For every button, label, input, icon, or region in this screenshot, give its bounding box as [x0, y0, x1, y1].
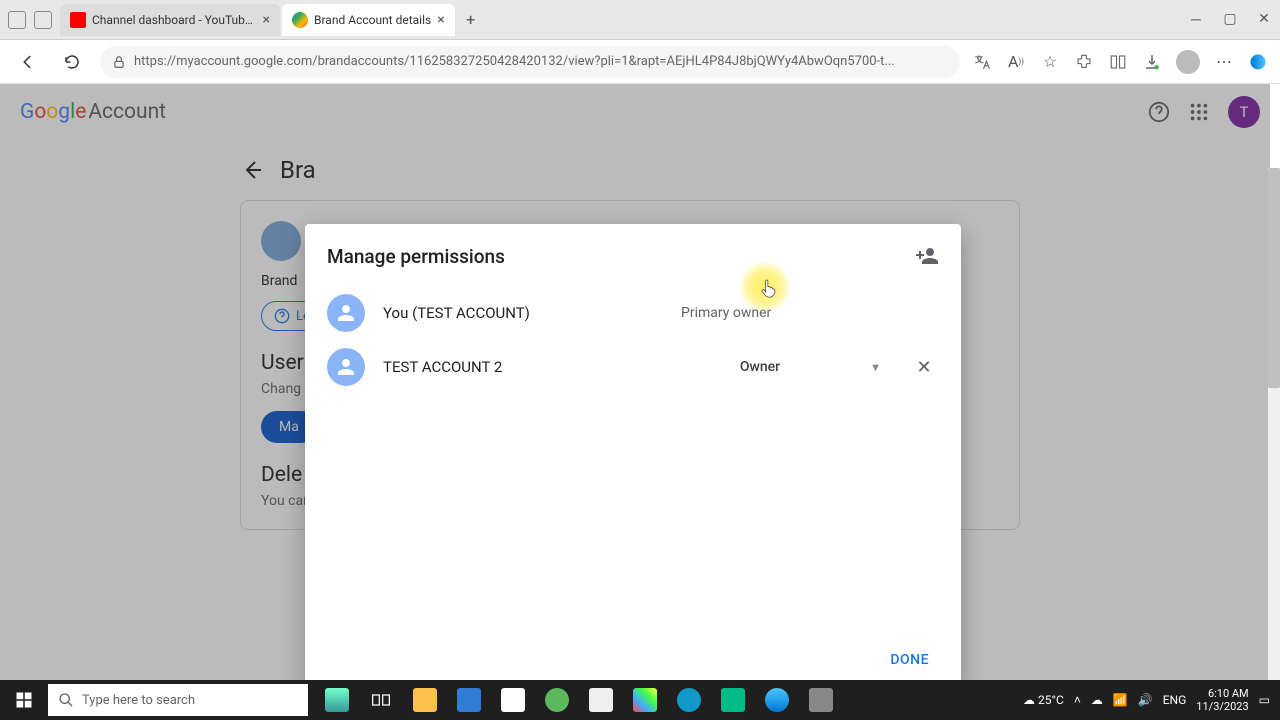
- new-tab-button[interactable]: +: [457, 6, 485, 34]
- address-bar[interactable]: https://myaccount.google.com/brandaccoun…: [100, 46, 960, 78]
- permission-role-label: Owner: [740, 359, 780, 375]
- chevron-down-icon: ▼: [870, 361, 881, 374]
- notifications-icon[interactable]: ▭: [1259, 693, 1270, 707]
- google-favicon-icon: [292, 12, 308, 28]
- person-avatar-icon: [327, 294, 365, 332]
- tabs-overview-icon[interactable]: [34, 11, 52, 29]
- file-explorer-icon[interactable]: [404, 680, 446, 720]
- app-icon[interactable]: [536, 680, 578, 720]
- favorite-icon[interactable]: ☆: [1040, 52, 1060, 72]
- window-maximize-button[interactable]: ▢: [1222, 11, 1238, 28]
- clock[interactable]: 6:10 AM 11/3/2023: [1196, 687, 1248, 713]
- collections-icon[interactable]: [1108, 52, 1128, 72]
- tab-close-icon[interactable]: ×: [437, 12, 444, 28]
- browser-tab-strip: Channel dashboard - YouTube St × Brand A…: [0, 0, 1280, 40]
- task-view-icon[interactable]: [360, 680, 402, 720]
- person-avatar-icon: [327, 348, 365, 386]
- tab-title: Channel dashboard - YouTube St: [92, 13, 257, 27]
- lock-icon: [112, 55, 126, 69]
- copilot-icon[interactable]: [1248, 52, 1268, 72]
- tray-chevron-icon[interactable]: ˄: [1074, 693, 1081, 707]
- weather-widget[interactable]: ☁ 25°C: [1023, 693, 1064, 707]
- permission-user-name: You (TEST ACCOUNT): [383, 304, 663, 322]
- audacity-icon[interactable]: [668, 680, 710, 720]
- window-minimize-button[interactable]: ─: [1188, 11, 1204, 28]
- translate-icon[interactable]: [972, 52, 992, 72]
- app-icon[interactable]: [800, 680, 842, 720]
- page-content: GoogleAccount T Bra Brand Le User Chang …: [0, 84, 1280, 720]
- taskbar-app-icon[interactable]: [316, 680, 358, 720]
- sidebar-toggle-icon[interactable]: [8, 11, 26, 29]
- browser-profile-icon[interactable]: [1176, 50, 1200, 74]
- remove-user-button[interactable]: ✕: [909, 357, 939, 378]
- downloads-icon[interactable]: [1142, 52, 1162, 72]
- search-placeholder: Type here to search: [82, 693, 195, 708]
- window-close-button[interactable]: ✕: [1256, 11, 1272, 28]
- done-button[interactable]: DONE: [880, 644, 939, 676]
- language-indicator[interactable]: ENG: [1163, 693, 1187, 707]
- read-aloud-icon[interactable]: A)): [1006, 52, 1026, 72]
- scrollbar-thumb[interactable]: [1268, 168, 1280, 388]
- tab-title: Brand Account details: [314, 13, 431, 27]
- youtube-favicon-icon: [70, 12, 86, 28]
- volume-icon[interactable]: 🔊: [1138, 693, 1153, 707]
- add-person-icon[interactable]: [915, 244, 939, 268]
- wifi-icon[interactable]: 📶: [1113, 693, 1128, 707]
- mail-icon[interactable]: [492, 680, 534, 720]
- windows-taskbar: Type here to search ☁ 25°C ˄ ☁ 📶 🔊 ENG 6…: [0, 680, 1280, 720]
- refresh-button[interactable]: [56, 46, 88, 78]
- photos-icon[interactable]: [624, 680, 666, 720]
- vertical-scrollbar[interactable]: [1268, 168, 1280, 680]
- onedrive-icon[interactable]: ☁: [1091, 693, 1103, 707]
- browser-tab-google-account[interactable]: Brand Account details ×: [282, 4, 455, 36]
- permission-role-label: Primary owner: [681, 305, 771, 321]
- browser-nav-bar: https://myaccount.google.com/brandaccoun…: [0, 40, 1280, 84]
- start-button[interactable]: [2, 680, 46, 720]
- paint-icon[interactable]: [580, 680, 622, 720]
- more-menu-icon[interactable]: ⋯: [1214, 52, 1234, 72]
- role-dropdown[interactable]: Owner ▼: [740, 359, 881, 375]
- back-button[interactable]: [12, 46, 44, 78]
- extensions-icon[interactable]: [1074, 52, 1094, 72]
- taskbar-search[interactable]: Type here to search: [48, 684, 308, 716]
- edge-icon[interactable]: [756, 680, 798, 720]
- permission-user-name: TEST ACCOUNT 2: [383, 358, 663, 376]
- store-icon[interactable]: [448, 680, 490, 720]
- modal-title: Manage permissions: [327, 245, 505, 268]
- permission-row: You (TEST ACCOUNT) Primary owner: [327, 286, 939, 340]
- search-icon: [58, 692, 74, 708]
- manage-permissions-modal: Manage permissions You (TEST ACCOUNT) Pr…: [305, 224, 961, 694]
- permission-row: TEST ACCOUNT 2 Owner ▼ ✕: [327, 340, 939, 394]
- tab-close-icon[interactable]: ×: [263, 12, 270, 28]
- browser-tab-youtube[interactable]: Channel dashboard - YouTube St ×: [60, 4, 280, 36]
- url-text: https://myaccount.google.com/brandaccoun…: [134, 54, 895, 69]
- app-icon[interactable]: [712, 680, 754, 720]
